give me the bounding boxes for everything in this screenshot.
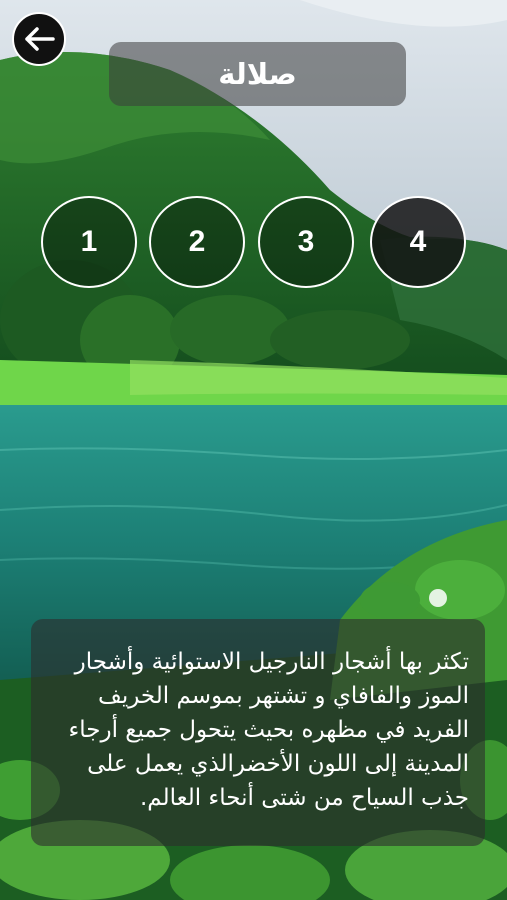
- page-button-2[interactable]: 2: [149, 196, 245, 288]
- page-button-label: 3: [297, 225, 315, 258]
- page-button-3[interactable]: 3: [258, 196, 354, 288]
- description-panel: تكثر بها أشجار النارجيل الاستوائية وأشجا…: [31, 619, 485, 846]
- description-text: تكثر بها أشجار النارجيل الاستوائية وأشجا…: [68, 649, 469, 811]
- page-button-label: 4: [409, 225, 427, 258]
- page-title: صلالة: [218, 57, 297, 91]
- page-button-label: 2: [188, 225, 206, 258]
- back-button[interactable]: [12, 12, 66, 66]
- page-button-1[interactable]: 1: [41, 196, 137, 288]
- title-bar: صلالة: [109, 42, 406, 106]
- page-button-label: 1: [80, 225, 98, 258]
- page-button-4[interactable]: 4: [370, 196, 466, 288]
- arrow-left-icon: [25, 27, 55, 51]
